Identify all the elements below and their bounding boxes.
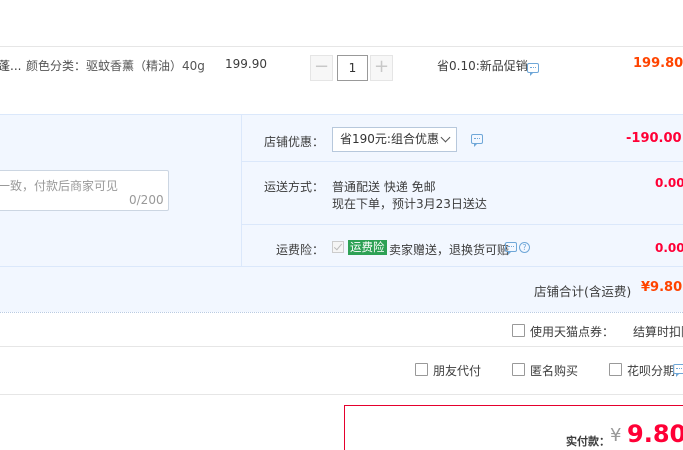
shop-discount-value: -190.00 <box>626 131 682 146</box>
item-title-fragment[interactable]: 蓬... <box>0 57 21 74</box>
insurance-chat-icon[interactable] <box>505 242 517 255</box>
shop-discount-selected: 省190元:组合优惠 <box>340 132 439 146</box>
discount-chat-icon[interactable] <box>471 134 483 147</box>
anonymous-checkbox[interactable] <box>512 363 525 376</box>
shipping-method: 普通配送 快递 免邮 <box>332 180 436 194</box>
chevron-down-icon <box>440 132 451 143</box>
huabei-checkbox[interactable] <box>609 363 622 376</box>
pay-currency: ¥ <box>610 425 622 446</box>
shop-divider-1 <box>241 161 683 162</box>
insurance-badge: 运费险 <box>348 240 387 255</box>
insurance-value: 0.00 <box>655 241 683 255</box>
seller-message-placeholder: 一致，付款后商家可见 <box>0 179 119 193</box>
quantity-input[interactable]: 1 <box>337 55 368 81</box>
insurance-label: 运费险： <box>276 243 325 257</box>
item-unit-price: 199.90 <box>225 57 267 71</box>
pay-amount: 9.80 <box>627 420 683 448</box>
huabei-label[interactable]: 花呗分期 <box>627 362 675 379</box>
quantity-minus-button[interactable]: − <box>310 55 333 81</box>
use-points-label[interactable]: 使用天猫点券： <box>530 323 614 340</box>
shop-divider-2 <box>241 224 683 225</box>
item-subtotal: 199.80 <box>633 56 683 71</box>
promo-chat-icon[interactable] <box>527 63 539 76</box>
use-points-checkbox[interactable] <box>512 324 525 337</box>
shop-total-value: ¥9.80 <box>641 280 683 295</box>
options-top-divider <box>0 346 683 347</box>
shipping-label: 运送方式： <box>264 180 325 194</box>
seller-message-counter: 0/200 <box>129 193 164 207</box>
insurance-checkbox[interactable] <box>332 241 344 253</box>
shop-discount-select[interactable]: 省190元:组合优惠 <box>332 127 457 152</box>
shop-divider-3 <box>0 266 683 267</box>
item-top-divider <box>0 46 683 47</box>
friend-pay-checkbox[interactable] <box>415 363 428 376</box>
points-top-divider <box>0 312 683 313</box>
pay-label: 实付款： <box>566 435 610 448</box>
quantity-plus-button[interactable]: + <box>370 55 393 81</box>
friend-pay-label[interactable]: 朋友代付 <box>433 362 481 379</box>
shop-total-label: 店铺合计(含运费) <box>534 284 632 299</box>
points-settle-text: 结算时扣除 <box>633 325 683 339</box>
huabei-chat-icon[interactable] <box>673 364 683 377</box>
help-icon[interactable]: ? <box>519 242 530 253</box>
item-sku: 颜色分类：驱蚊香薰（精油）40g <box>26 59 205 73</box>
shipping-value: 0.00 <box>655 176 683 190</box>
item-promo: 省0.10:新品促销 <box>437 59 528 73</box>
anonymous-label[interactable]: 匿名购买 <box>530 362 578 379</box>
insurance-text: 卖家赠送，退换货可赔 <box>389 243 510 257</box>
shop-discount-label: 店铺优惠： <box>264 135 325 149</box>
pay-top-divider <box>0 394 683 395</box>
shipping-eta: 现在下单，预计3月23日送达 <box>332 197 487 211</box>
